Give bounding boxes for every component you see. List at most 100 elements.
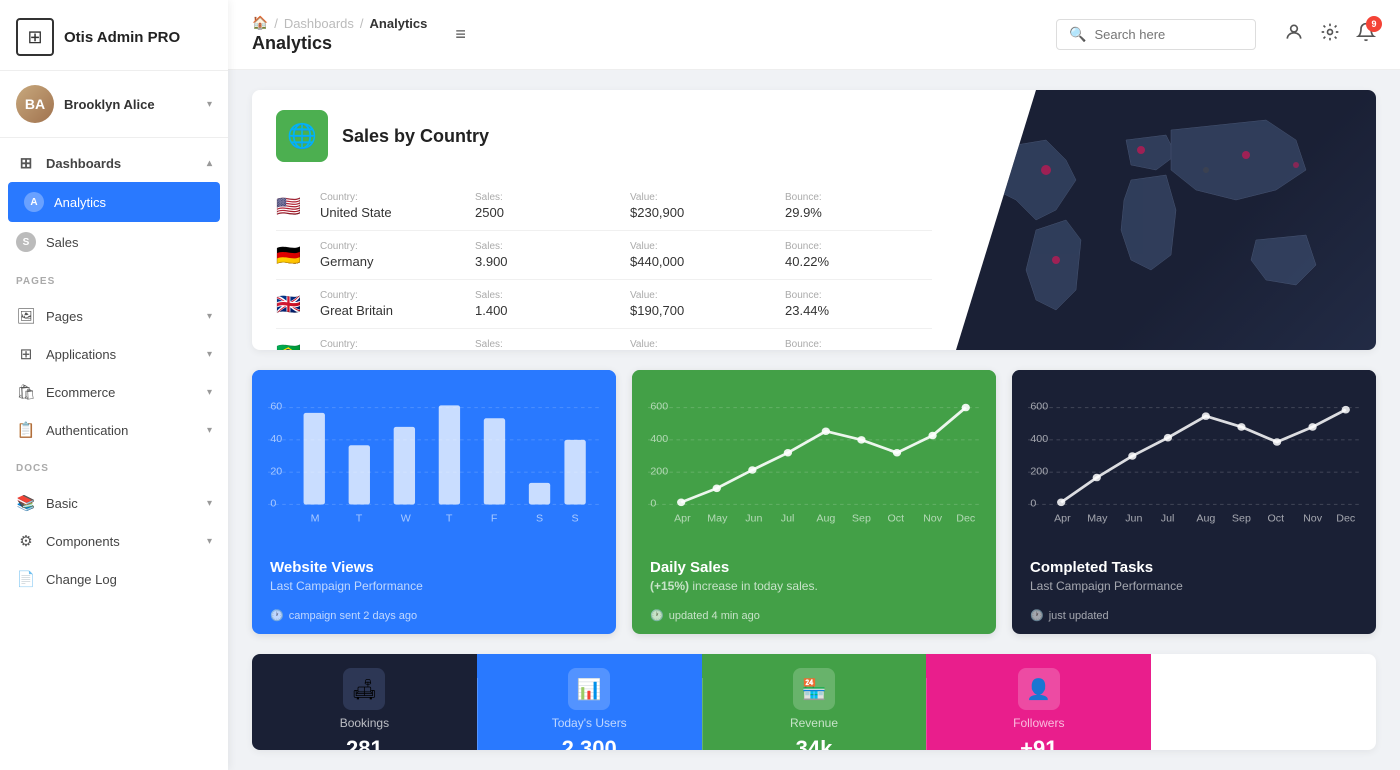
flag-gb: 🇬🇧	[276, 292, 312, 317]
sidebar-item-sales[interactable]: S Sales	[0, 222, 228, 262]
completed-tasks-card: 600 400 200 0 Apr	[1012, 370, 1376, 634]
sidebar-pages-nav: 🖼 Pages ▾ ⊞ Applications ▾ 🛍 Ecommerce ▾…	[0, 291, 228, 455]
stats-row: 60 40 20 0 M T	[252, 370, 1376, 634]
svg-text:Sep: Sep	[852, 514, 871, 524]
country-us: Country: United State	[320, 192, 467, 220]
search-input[interactable]	[1094, 27, 1234, 42]
sidebar-label-ecommerce: Ecommerce	[46, 385, 115, 400]
changelog-icon: 📄	[16, 570, 36, 588]
website-views-info: Website Views Last Campaign Performance	[252, 545, 616, 603]
settings-button[interactable]	[1320, 22, 1340, 47]
svg-text:Aug: Aug	[1196, 514, 1215, 524]
daily-sales-chart: 600 400 200 0	[632, 370, 996, 545]
breadcrumb-sep1: /	[274, 16, 278, 31]
website-views-card: 60 40 20 0 M T	[252, 370, 616, 634]
today-users-value: 2,300	[562, 736, 617, 750]
sales-gb: Sales: 1.400	[475, 290, 622, 318]
followers-value: +91	[1020, 736, 1057, 750]
sidebar-item-changelog[interactable]: 📄 Change Log	[0, 560, 228, 598]
flag-de: 🇩🇪	[276, 243, 312, 268]
svg-text:Dec: Dec	[956, 514, 975, 524]
search-icon: 🔍	[1069, 26, 1086, 43]
sidebar-label-pages: Pages	[46, 309, 83, 324]
header: 🏠 / Dashboards / Analytics Analytics ≡ 🔍	[228, 0, 1400, 70]
today-users-label: Today's Users	[552, 716, 627, 730]
website-views-chart: 60 40 20 0 M T	[252, 370, 616, 545]
sidebar-label-authentication: Authentication	[46, 423, 128, 438]
daily-sales-footer: 🕐 updated 4 min ago	[632, 603, 996, 634]
notifications-button[interactable]: 9	[1356, 22, 1376, 47]
sidebar-label-changelog: Change Log	[46, 572, 117, 587]
svg-text:T: T	[356, 514, 363, 524]
revenue-stat: 🏪 Revenue 34k	[702, 654, 927, 750]
breadcrumb-dashboards[interactable]: Dashboards	[284, 16, 354, 31]
svg-text:Aug: Aug	[816, 514, 835, 524]
sidebar-label-analytics: Analytics	[54, 195, 106, 210]
svg-text:Oct: Oct	[1268, 514, 1285, 524]
sidebar-logo: ⊞ Otis Admin PRO	[0, 0, 228, 71]
svg-text:Jul: Jul	[781, 514, 795, 524]
value-br: Value: $143,960	[630, 339, 777, 350]
sales-by-country-card: 🌐 Sales by Country 🇺🇸 Country: United St…	[252, 90, 1376, 350]
country-table: 🇺🇸 Country: United State Sales: 2500 Val…	[276, 182, 932, 350]
svg-text:400: 400	[650, 434, 668, 444]
daily-sales-subtitle: (+15%) increase in today sales.	[650, 579, 978, 593]
dashboards-chevron-icon: ▴	[207, 158, 212, 169]
page-content: 🌐 Sales by Country 🇺🇸 Country: United St…	[228, 70, 1400, 770]
svg-text:0: 0	[1030, 499, 1036, 509]
flag-us: 🇺🇸	[276, 194, 312, 219]
page-title: Analytics	[252, 33, 427, 54]
svg-text:60: 60	[270, 402, 282, 412]
followers-stat: 👤 Followers +91	[926, 654, 1151, 750]
daily-sales-footer-text: updated 4 min ago	[669, 610, 760, 622]
country-de: Country: Germany	[320, 241, 467, 269]
revenue-value: 34k	[796, 736, 833, 750]
sidebar-item-analytics[interactable]: A Analytics	[8, 182, 220, 222]
sidebar: ⊞ Otis Admin PRO BA Brooklyn Alice ▾ ⊞ D…	[0, 0, 228, 770]
table-row: 🇬🇧 Country: Great Britain Sales: 1.400 V…	[276, 280, 932, 329]
completed-tasks-title: Completed Tasks	[1030, 559, 1358, 576]
sidebar-item-applications[interactable]: ⊞ Applications ▾	[0, 335, 228, 373]
sidebar-item-basic[interactable]: 📚 Basic ▾	[0, 484, 228, 522]
sidebar-item-components[interactable]: ⚙ Components ▾	[0, 522, 228, 560]
completed-tasks-footer-text: just updated	[1049, 610, 1109, 622]
svg-text:Jul: Jul	[1161, 514, 1175, 524]
daily-sales-title: Daily Sales	[650, 559, 978, 576]
svg-text:20: 20	[270, 467, 282, 477]
svg-text:T: T	[446, 514, 453, 524]
globe-icon: 🌐	[276, 110, 328, 162]
main-area: 🏠 / Dashboards / Analytics Analytics ≡ 🔍	[228, 0, 1400, 770]
table-row: 🇺🇸 Country: United State Sales: 2500 Val…	[276, 182, 932, 231]
sidebar-user[interactable]: BA Brooklyn Alice ▾	[0, 71, 228, 138]
basic-chevron-icon: ▾	[207, 498, 212, 509]
website-views-footer-text: campaign sent 2 days ago	[289, 610, 417, 622]
sidebar-item-ecommerce[interactable]: 🛍 Ecommerce ▾	[0, 373, 228, 411]
sidebar-docs-nav: 📚 Basic ▾ ⚙ Components ▾ 📄 Change Log	[0, 478, 228, 604]
svg-text:W: W	[401, 514, 411, 524]
bounce-br: Bounce: 32.14%	[785, 339, 932, 350]
svg-text:Apr: Apr	[674, 514, 691, 524]
user-profile-button[interactable]	[1284, 22, 1304, 47]
hamburger-icon[interactable]: ≡	[455, 24, 466, 45]
revenue-icon-wrap: 🏪	[793, 668, 835, 710]
sidebar-item-dashboards[interactable]: ⊞ Dashboards ▴	[0, 144, 228, 182]
analytics-letter-badge: A	[24, 192, 44, 212]
svg-text:200: 200	[650, 467, 668, 477]
today-users-icon: 📊	[577, 677, 602, 702]
applications-chevron-icon: ▾	[207, 349, 212, 360]
sidebar-item-pages[interactable]: 🖼 Pages ▾	[0, 297, 228, 335]
svg-text:M: M	[311, 514, 320, 524]
daily-sales-suffix: increase in today sales.	[692, 579, 817, 593]
sidebar-item-authentication[interactable]: 📋 Authentication ▾	[0, 411, 228, 449]
pages-icon: 🖼	[16, 307, 36, 325]
logo-icon: ⊞	[16, 18, 54, 56]
dashboards-icon: ⊞	[16, 154, 36, 172]
breadcrumb-current: Analytics	[370, 16, 428, 31]
value-gb: Value: $190,700	[630, 290, 777, 318]
pages-chevron-icon: ▾	[207, 311, 212, 322]
table-row: 🇧🇷 Country: Brasil Sales: 562 Value: $14…	[276, 329, 932, 350]
applications-icon: ⊞	[16, 345, 36, 363]
breadcrumb-sep2: /	[360, 16, 364, 31]
svg-text:S: S	[536, 514, 543, 524]
pages-section-label: PAGES	[0, 268, 228, 291]
